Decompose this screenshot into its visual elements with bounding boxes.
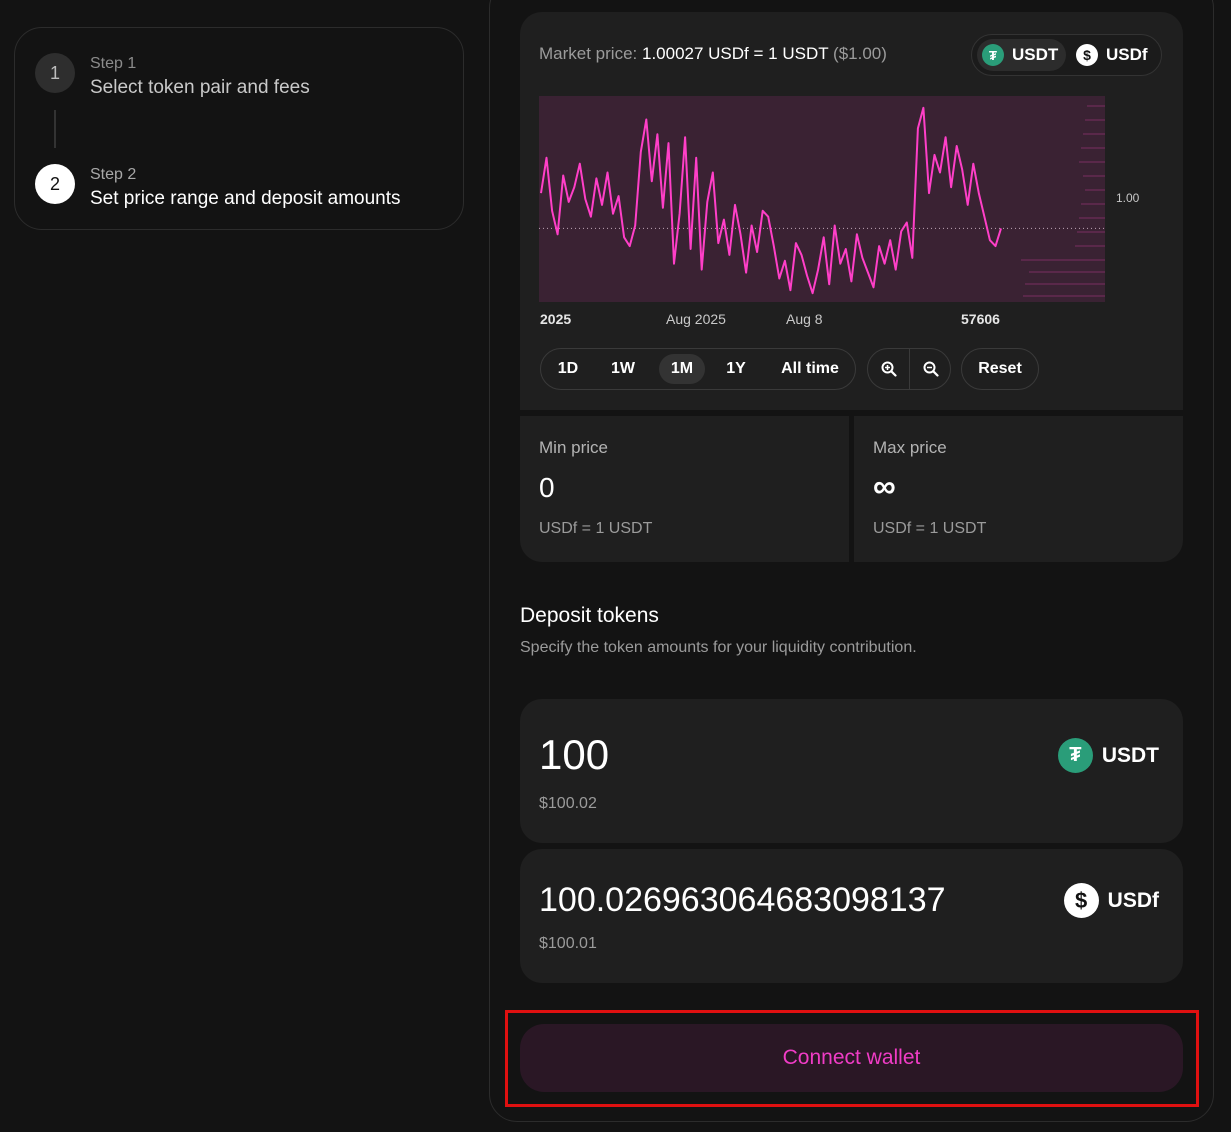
deposit-usdf-box: 100.026963064683098137 $100.01 $ USDf (520, 849, 1183, 983)
deposit-usdt-box: 100 $100.02 ₮ USDT (520, 699, 1183, 843)
range-1d-button[interactable]: 1D (547, 354, 589, 384)
tether-icon: ₮ (982, 44, 1004, 66)
usdf-token-label: $ USDf (1063, 883, 1159, 918)
max-price-label: Max price (873, 438, 947, 457)
market-price: Market price: 1.00027 USDf = 1 USDT ($1.… (539, 44, 887, 64)
min-price-box[interactable]: Min price 0 USDf = 1 USDT (520, 416, 849, 562)
market-price-label: Market price: (539, 44, 638, 63)
max-price-box[interactable]: Max price ∞ USDf = 1 USDT (854, 416, 1183, 562)
x-tick-3: Aug 8 (786, 311, 823, 327)
zoom-controls (867, 348, 951, 390)
steps-card: 1 Step 1 Select token pair and fees 2 St… (14, 27, 464, 230)
min-price-unit: USDf = 1 USDT (539, 520, 653, 537)
price-chart[interactable] (539, 96, 1106, 302)
zoom-in-icon (881, 361, 897, 377)
range-all-time-button[interactable]: All time (769, 354, 851, 384)
chart-background (539, 96, 1105, 302)
usdt-token-label: ₮ USDT (1057, 738, 1159, 773)
step-2-kicker: Step 2 (90, 166, 137, 183)
y-tick-current: 1.00 (1116, 191, 1140, 205)
min-price-label: Min price (539, 438, 608, 457)
toggle-usdf[interactable]: $ USDf (1071, 39, 1156, 71)
range-1y-button[interactable]: 1Y (715, 354, 757, 384)
highlight-box (505, 1010, 1199, 1107)
dollar-coin-icon: $ (1063, 883, 1099, 918)
deposit-subtitle: Specify the token amounts for your liqui… (520, 639, 917, 656)
reset-button[interactable]: Reset (961, 348, 1039, 390)
market-price-usd: ($1.00) (833, 44, 887, 63)
step-connector (54, 110, 56, 148)
x-tick-1: 2025 (540, 311, 572, 327)
step-2-title: Set price range and deposit amounts (90, 188, 401, 209)
step-1-title: Select token pair and fees (90, 77, 310, 98)
dollar-coin-icon: $ (1076, 44, 1098, 66)
step-1-kicker: Step 1 (90, 55, 137, 72)
max-price-value[interactable]: ∞ (873, 468, 896, 505)
usdf-amount-input[interactable]: 100.026963064683098137 (539, 881, 946, 920)
usdt-symbol: USDT (1101, 743, 1159, 767)
x-tick-2: Aug 2025 (666, 311, 726, 327)
usdf-symbol: USDf (1107, 888, 1159, 912)
toggle-usdt[interactable]: ₮ USDT (977, 39, 1067, 71)
step-2-number: 2 (35, 164, 75, 204)
pair-toggle: ₮ USDT $ USDf (971, 34, 1162, 76)
step-1[interactable]: 1 Step 1 Select token pair and fees (35, 53, 310, 101)
x-tick-4: 57606 (961, 311, 1000, 327)
zoom-in-button[interactable] (868, 349, 909, 389)
market-price-rate: 1.00027 USDf = 1 USDT (641, 44, 829, 63)
usdt-amount-usd: $100.02 (539, 795, 597, 812)
range-1m-button[interactable]: 1M (659, 354, 705, 384)
zoom-out-button[interactable] (910, 349, 950, 389)
time-range-selector: 1D 1W 1M 1Y All time (540, 348, 856, 390)
usdt-amount-input[interactable]: 100 (539, 731, 609, 779)
step-1-number: 1 (35, 53, 75, 93)
toggle-usdt-label: USDT (1012, 45, 1059, 64)
min-price-value[interactable]: 0 (539, 472, 555, 504)
tether-icon: ₮ (1057, 738, 1093, 773)
deposit-title: Deposit tokens (520, 604, 659, 627)
usdf-amount-usd: $100.01 (539, 935, 597, 952)
range-1w-button[interactable]: 1W (602, 354, 644, 384)
toggle-usdf-label: USDf (1106, 45, 1148, 64)
zoom-out-icon (923, 361, 939, 377)
max-price-unit: USDf = 1 USDT (873, 520, 987, 537)
step-2[interactable]: 2 Step 2 Set price range and deposit amo… (35, 164, 401, 212)
